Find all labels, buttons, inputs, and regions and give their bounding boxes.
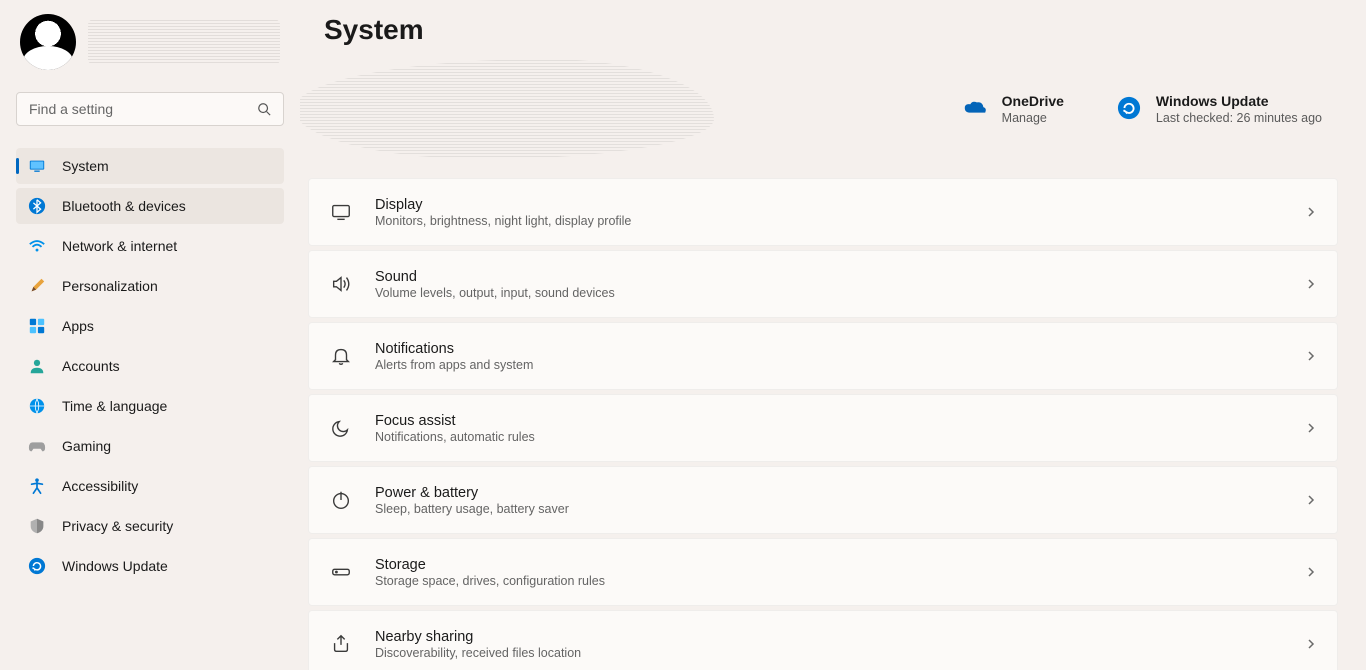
- setting-text: Notifications Alerts from apps and syste…: [375, 341, 1283, 372]
- nav-item-gaming[interactable]: Gaming: [16, 428, 284, 464]
- main-content: System OneDrive Manage Windows Update La: [300, 0, 1366, 670]
- nav-item-privacy[interactable]: Privacy & security: [16, 508, 284, 544]
- paintbrush-icon: [28, 277, 46, 295]
- nav-label: Time & language: [62, 398, 167, 414]
- setting-storage[interactable]: Storage Storage space, drives, configura…: [308, 538, 1338, 606]
- search-icon: [257, 102, 271, 116]
- setting-text: Nearby sharing Discoverability, received…: [375, 629, 1283, 660]
- bluetooth-icon: [28, 197, 46, 215]
- chevron-right-icon: [1305, 494, 1317, 506]
- setting-desc: Storage space, drives, configuration rul…: [375, 574, 1283, 588]
- accessibility-icon: [28, 477, 46, 495]
- nav-item-time[interactable]: Time & language: [16, 388, 284, 424]
- widget-text: OneDrive Manage: [1002, 93, 1064, 125]
- sidebar: System Bluetooth & devices Network & int…: [0, 0, 300, 670]
- setting-title: Focus assist: [375, 413, 1283, 429]
- moon-icon: [329, 416, 353, 440]
- page-title: System: [308, 14, 1338, 46]
- share-icon: [329, 632, 353, 656]
- widget-title: Windows Update: [1156, 93, 1322, 109]
- setting-nearby-sharing[interactable]: Nearby sharing Discoverability, received…: [308, 610, 1338, 670]
- setting-desc: Alerts from apps and system: [375, 358, 1283, 372]
- setting-text: Power & battery Sleep, battery usage, ba…: [375, 485, 1283, 516]
- sound-icon: [329, 272, 353, 296]
- header-widgets: OneDrive Manage Windows Update Last chec…: [962, 93, 1338, 125]
- shield-icon: [28, 517, 46, 535]
- chevron-right-icon: [1305, 638, 1317, 650]
- setting-focus-assist[interactable]: Focus assist Notifications, automatic ru…: [308, 394, 1338, 462]
- setting-text: Sound Volume levels, output, input, soun…: [375, 269, 1283, 300]
- nav-label: Gaming: [62, 438, 111, 454]
- settings-list: Display Monitors, brightness, night ligh…: [308, 178, 1338, 670]
- nav-label: Bluetooth & devices: [62, 198, 186, 214]
- avatar: [20, 14, 76, 70]
- setting-text: Storage Storage space, drives, configura…: [375, 557, 1283, 588]
- nav-item-accessibility[interactable]: Accessibility: [16, 468, 284, 504]
- system-icon: [28, 157, 46, 175]
- globe-clock-icon: [28, 397, 46, 415]
- nav-item-network[interactable]: Network & internet: [16, 228, 284, 264]
- chevron-right-icon: [1305, 566, 1317, 578]
- chevron-right-icon: [1305, 206, 1317, 218]
- chevron-right-icon: [1305, 278, 1317, 290]
- header-row: OneDrive Manage Windows Update Last chec…: [308, 54, 1338, 164]
- onedrive-widget[interactable]: OneDrive Manage: [962, 93, 1064, 125]
- nav-item-bluetooth[interactable]: Bluetooth & devices: [16, 188, 284, 224]
- nav-label: Network & internet: [62, 238, 177, 254]
- widget-text: Windows Update Last checked: 26 minutes …: [1156, 93, 1322, 125]
- storage-icon: [329, 560, 353, 584]
- nav-label: System: [62, 158, 109, 174]
- search-input-container[interactable]: [16, 92, 284, 126]
- device-info-redacted: [300, 59, 714, 159]
- chevron-right-icon: [1305, 350, 1317, 362]
- wifi-icon: [28, 237, 46, 255]
- setting-desc: Discoverability, received files location: [375, 646, 1283, 660]
- setting-title: Power & battery: [375, 485, 1283, 501]
- chevron-right-icon: [1305, 422, 1317, 434]
- setting-title: Sound: [375, 269, 1283, 285]
- nav-label: Windows Update: [62, 558, 168, 574]
- setting-text: Display Monitors, brightness, night ligh…: [375, 197, 1283, 228]
- person-icon: [28, 357, 46, 375]
- search-input[interactable]: [29, 101, 257, 117]
- nav-item-update[interactable]: Windows Update: [16, 548, 284, 584]
- setting-desc: Sleep, battery usage, battery saver: [375, 502, 1283, 516]
- nav-label: Apps: [62, 318, 94, 334]
- onedrive-icon: [962, 95, 988, 121]
- setting-text: Focus assist Notifications, automatic ru…: [375, 413, 1283, 444]
- nav-label: Accessibility: [62, 478, 138, 494]
- widget-subtitle: Manage: [1002, 111, 1064, 125]
- power-icon: [329, 488, 353, 512]
- nav-item-personalization[interactable]: Personalization: [16, 268, 284, 304]
- setting-desc: Volume levels, output, input, sound devi…: [375, 286, 1283, 300]
- setting-sound[interactable]: Sound Volume levels, output, input, soun…: [308, 250, 1338, 318]
- nav-label: Accounts: [62, 358, 120, 374]
- profile-section[interactable]: [16, 10, 284, 74]
- setting-title: Nearby sharing: [375, 629, 1283, 645]
- nav-item-system[interactable]: System: [16, 148, 284, 184]
- setting-title: Notifications: [375, 341, 1283, 357]
- bell-icon: [329, 344, 353, 368]
- nav-item-apps[interactable]: Apps: [16, 308, 284, 344]
- widget-title: OneDrive: [1002, 93, 1064, 109]
- nav-label: Personalization: [62, 278, 158, 294]
- nav-label: Privacy & security: [62, 518, 173, 534]
- nav-list: System Bluetooth & devices Network & int…: [16, 148, 284, 584]
- setting-title: Storage: [375, 557, 1283, 573]
- update-icon: [28, 557, 46, 575]
- widget-subtitle: Last checked: 26 minutes ago: [1156, 111, 1322, 125]
- gamepad-icon: [28, 437, 46, 455]
- setting-desc: Notifications, automatic rules: [375, 430, 1283, 444]
- update-circle-icon: [1116, 95, 1142, 121]
- windows-update-widget[interactable]: Windows Update Last checked: 26 minutes …: [1116, 93, 1322, 125]
- display-icon: [329, 200, 353, 224]
- nav-item-accounts[interactable]: Accounts: [16, 348, 284, 384]
- setting-desc: Monitors, brightness, night light, displ…: [375, 214, 1283, 228]
- setting-notifications[interactable]: Notifications Alerts from apps and syste…: [308, 322, 1338, 390]
- setting-power[interactable]: Power & battery Sleep, battery usage, ba…: [308, 466, 1338, 534]
- profile-name-redacted: [88, 19, 280, 65]
- setting-title: Display: [375, 197, 1283, 213]
- setting-display[interactable]: Display Monitors, brightness, night ligh…: [308, 178, 1338, 246]
- apps-icon: [28, 317, 46, 335]
